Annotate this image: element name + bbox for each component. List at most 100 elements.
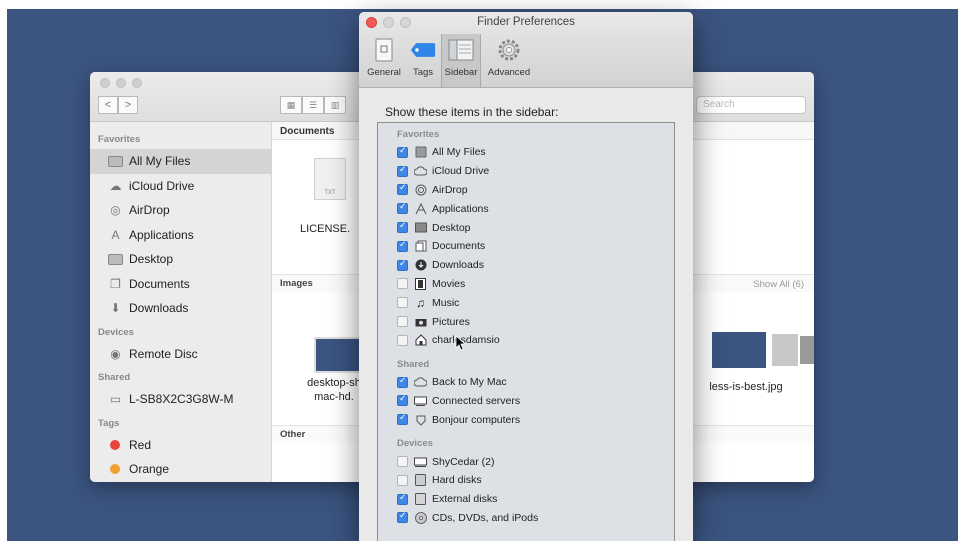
list-item-applications: Applications (378, 199, 674, 218)
sidebar-item-downloads[interactable]: ⬇ Downloads (90, 296, 271, 321)
sidebar-item-desktop[interactable]: Desktop (90, 247, 271, 272)
hard-disk-icon (414, 474, 427, 487)
documents-icon (414, 240, 427, 253)
sidebar-item-documents[interactable]: ❐ Documents (90, 272, 271, 297)
sidebar-item-label: iCloud Drive (129, 178, 195, 193)
tab-label: Advanced (487, 67, 531, 78)
bonjour-computers-checkbox[interactable] (397, 412, 408, 426)
sidebar-section-devices: Devices (98, 326, 134, 338)
hard-disks-checkbox[interactable] (397, 474, 408, 486)
list-section-devices: Devices (397, 438, 433, 450)
airdrop-icon (414, 183, 427, 196)
music-checkbox[interactable] (397, 297, 408, 309)
tab-general[interactable]: General (363, 34, 405, 84)
sidebar-item-shared-computer[interactable]: ▭ L-SB8X2C3G8W-M (90, 387, 271, 412)
file-label[interactable]: less-is-best.jpg (696, 380, 796, 394)
sidebar-section-tags: Tags (98, 417, 120, 429)
sidebar-item-airdrop[interactable]: ◎ AirDrop (90, 198, 271, 223)
connected-servers-checkbox[interactable] (397, 393, 408, 407)
back-to-my-mac-checkbox[interactable] (397, 375, 408, 388)
computer-icon (414, 455, 427, 468)
nav-buttons: < > (98, 96, 138, 114)
icon-view-button[interactable]: ▦ (280, 96, 302, 114)
list-item-music: ♫ Music (378, 293, 674, 312)
list-view-button[interactable]: ☰ (302, 96, 324, 114)
tab-tags[interactable]: Tags (405, 34, 441, 84)
tab-label: Tags (412, 67, 434, 78)
orange-tag-icon (110, 464, 120, 475)
back-button[interactable]: < (98, 96, 118, 114)
tab-advanced[interactable]: Advanced (481, 34, 537, 84)
sidebar-item-icloud-drive[interactable]: ☁ iCloud Drive (90, 174, 271, 199)
image-thumbnail[interactable] (314, 337, 364, 373)
list-item-label: Desktop (432, 221, 471, 234)
sidebar-item-label: AirDrop (129, 203, 170, 218)
tab-sidebar[interactable]: Sidebar (441, 34, 481, 87)
images-section-label: Images (280, 278, 313, 289)
list-item-label: Documents (432, 240, 486, 253)
show-all-link[interactable]: Show All (6) (753, 279, 804, 290)
finder-window-controls (100, 78, 142, 88)
file-label[interactable]: LICENSE. (300, 222, 350, 236)
finder-sidebar: Favorites All My Files ☁ iCloud Drive ◎ … (90, 122, 272, 482)
sidebar-item-tag-red[interactable]: Red (90, 433, 271, 458)
list-item-label: Back to My Mac (432, 376, 507, 389)
sidebar-item-all-my-files[interactable]: All My Files (90, 149, 271, 174)
close-button[interactable] (100, 78, 110, 88)
airdrop-checkbox[interactable] (397, 182, 408, 196)
all-files-icon (108, 155, 123, 167)
downloads-checkbox[interactable] (397, 258, 408, 271)
zoom-button[interactable] (132, 78, 142, 88)
airdrop-icon: ◎ (110, 203, 121, 218)
list-item-bonjour-computers: Bonjour computers (378, 410, 674, 429)
sidebar-item-label: L-SB8X2C3G8W-M (129, 392, 234, 407)
computer-icon: ▭ (109, 392, 122, 407)
list-item-label: iCloud Drive (432, 165, 490, 178)
column-view-button[interactable]: ▥ (324, 96, 346, 114)
list-item-external-disks: External disks (378, 490, 674, 509)
sidebar-item-tag-orange[interactable]: Orange (90, 457, 271, 482)
list-item-connected-servers: Connected servers (378, 392, 674, 411)
prefs-titlebar: Finder Preferences General Tags Sidebar (359, 12, 693, 88)
movies-checkbox[interactable] (397, 278, 408, 290)
camera-icon (414, 315, 427, 328)
list-item-label: CDs, DVDs, and iPods (432, 511, 539, 524)
sidebar-item-label: Applications (129, 227, 194, 242)
disc-icon (414, 511, 427, 524)
image-thumbnail[interactable] (712, 332, 766, 368)
shycedar-checkbox[interactable] (397, 456, 408, 468)
text-file-icon[interactable]: TXT (314, 158, 346, 200)
forward-button[interactable]: > (118, 96, 138, 114)
tab-label: Sidebar (444, 67, 478, 78)
home-folder-checkbox[interactable] (397, 334, 408, 346)
pictures-checkbox[interactable] (397, 316, 408, 328)
applications-checkbox[interactable] (397, 201, 408, 215)
downloads-icon (414, 259, 427, 272)
cds-dvds-ipods-checkbox[interactable] (397, 510, 408, 524)
icloud-drive-checkbox[interactable] (397, 164, 408, 177)
list-item-label: Downloads (432, 259, 484, 272)
list-item-label: Connected servers (432, 394, 521, 407)
list-item-label: Pictures (432, 315, 470, 328)
list-item-label: Music (432, 296, 460, 309)
external-disks-checkbox[interactable] (397, 492, 408, 505)
sidebar-item-label: Downloads (129, 301, 189, 316)
image-thumbnail[interactable] (772, 334, 798, 366)
finder-preferences-window: Finder Preferences General Tags Sidebar (359, 12, 693, 541)
documents-checkbox[interactable] (397, 239, 408, 252)
desktop-checkbox[interactable] (397, 220, 408, 234)
image-thumbnail[interactable] (800, 336, 814, 364)
mouse-pointer-icon (455, 335, 467, 351)
all-my-files-checkbox[interactable] (397, 145, 408, 158)
applications-icon: A (111, 227, 120, 242)
sidebar-item-label: Remote Disc (129, 346, 198, 361)
gear-icon (496, 37, 522, 63)
sidebar-item-label: Desktop (129, 252, 174, 267)
search-input[interactable]: Search (696, 96, 806, 114)
minimize-button[interactable] (116, 78, 126, 88)
sidebar-item-applications[interactable]: A Applications (90, 223, 271, 248)
list-item-label: All My Files (432, 146, 486, 159)
sidebar-section-favorites: Favorites (98, 134, 141, 145)
applications-icon (414, 202, 427, 215)
sidebar-item-remote-disc[interactable]: ◉ Remote Disc (90, 342, 271, 367)
